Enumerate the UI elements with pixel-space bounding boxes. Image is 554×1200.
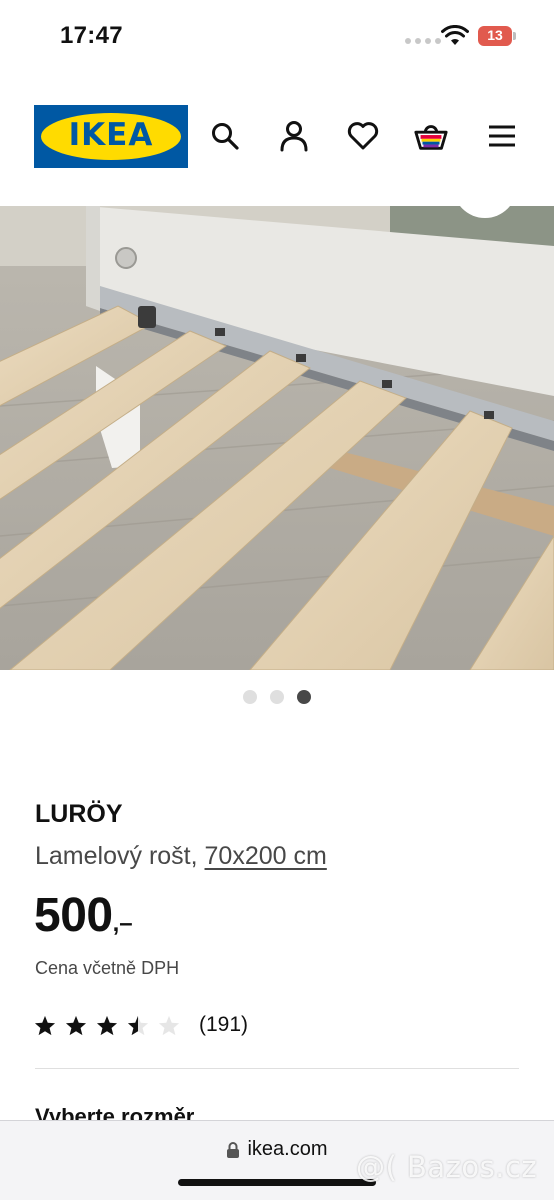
cellular-signal-icon bbox=[405, 38, 441, 44]
home-indicator[interactable] bbox=[178, 1179, 376, 1186]
menu-icon[interactable] bbox=[484, 118, 520, 154]
account-icon[interactable] bbox=[276, 118, 312, 154]
bazos-watermark: @( Bazos.cz bbox=[356, 1150, 538, 1184]
carousel-dot-2[interactable] bbox=[270, 690, 284, 704]
lock-icon bbox=[227, 1141, 240, 1158]
status-time: 17:47 bbox=[60, 22, 123, 49]
vat-note: Cena včetně DPH bbox=[35, 958, 180, 978]
star-empty-icon bbox=[158, 1015, 180, 1035]
status-bar: 17:47 13 bbox=[0, 0, 554, 72]
site-header: IKEA bbox=[0, 96, 554, 178]
price-suffix: ,– bbox=[112, 910, 133, 937]
wifi-icon bbox=[441, 25, 469, 45]
carousel-pagination bbox=[0, 690, 554, 704]
star-full-icon bbox=[65, 1015, 87, 1035]
logo-text: IKEA bbox=[68, 117, 154, 153]
product-name: LURÖY bbox=[35, 800, 123, 828]
ikea-logo[interactable]: IKEA bbox=[34, 105, 188, 168]
search-icon[interactable] bbox=[207, 118, 243, 154]
url-text: ikea.com bbox=[247, 1138, 328, 1160]
product-description: Lamelový rošt, 70x200 cm bbox=[35, 842, 327, 871]
carousel-dot-1[interactable] bbox=[243, 690, 257, 704]
cart-icon[interactable] bbox=[413, 118, 449, 154]
star-full-icon bbox=[96, 1015, 118, 1035]
product-size-link[interactable]: 70x200 cm bbox=[205, 842, 327, 870]
product-type: Lamelový rošt, bbox=[35, 842, 198, 870]
rating-stars[interactable]: (191) bbox=[34, 1013, 248, 1037]
review-count[interactable]: (191) bbox=[199, 1013, 248, 1037]
price-value: 500 bbox=[34, 889, 113, 942]
star-half-icon bbox=[127, 1015, 149, 1035]
star-full-icon bbox=[34, 1015, 56, 1035]
product-price: 500,– bbox=[34, 888, 133, 943]
favorites-icon[interactable] bbox=[345, 118, 381, 154]
carousel-dot-3-active[interactable] bbox=[297, 690, 311, 704]
battery-icon: 13 bbox=[478, 26, 516, 46]
battery-level: 13 bbox=[487, 27, 503, 43]
product-image[interactable] bbox=[0, 206, 554, 670]
section-divider bbox=[35, 1068, 519, 1069]
